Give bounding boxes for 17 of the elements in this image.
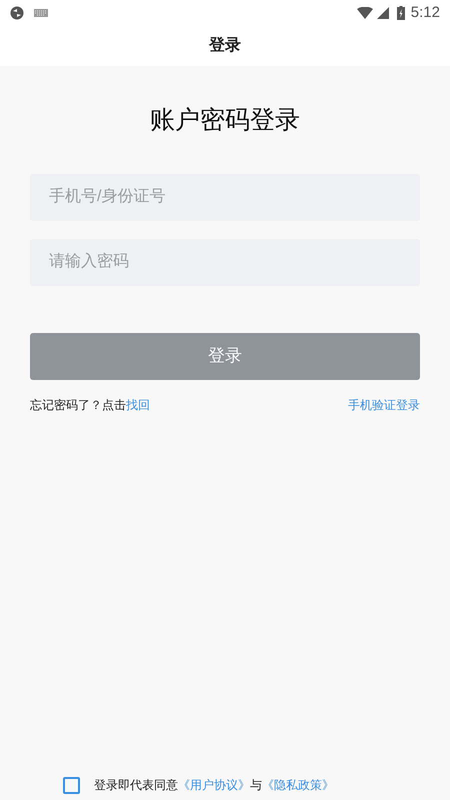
login-heading: 账户密码登录 — [149, 105, 301, 136]
keyboard-icon — [34, 9, 48, 17]
signal-icon — [376, 7, 389, 19]
forgot-password-text: 忘记密码了？点击找回 — [30, 396, 150, 414]
agreement-checkbox[interactable] — [63, 776, 80, 794]
retrieve-link[interactable]: 找回 — [126, 398, 150, 412]
policy-link[interactable]: 《隐私政策》 — [262, 778, 334, 792]
sync-icon — [10, 6, 24, 20]
input-field[interactable]: 手机号/身份证号 — [30, 174, 420, 220]
status-time: 5:12 — [410, 2, 440, 23]
agreement-text: 登录即代表同意《用户协议》与《隐私政策》 — [94, 777, 334, 794]
page-title: 登录 — [209, 36, 241, 56]
battery-icon — [396, 6, 405, 20]
wifi-icon — [356, 7, 373, 19]
sms-login-link[interactable]: 手机验证登录 — [348, 396, 420, 414]
input-field[interactable]: 请输入密码 — [30, 238, 420, 286]
policy-link[interactable]: 《用户协议》 — [178, 778, 250, 792]
